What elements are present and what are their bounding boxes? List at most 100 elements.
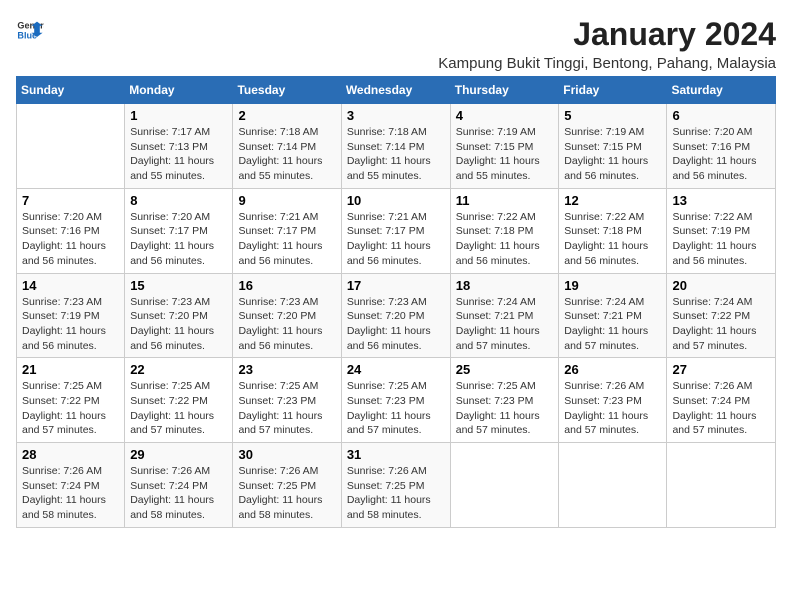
title-area: January 2024 Kampung Bukit Tinggi, Bento… bbox=[438, 16, 776, 72]
day-detail: Sunrise: 7:20 AMSunset: 7:16 PMDaylight:… bbox=[672, 125, 770, 184]
day-detail: Sunrise: 7:24 AMSunset: 7:21 PMDaylight:… bbox=[456, 295, 554, 354]
day-detail: Sunrise: 7:26 AMSunset: 7:23 PMDaylight:… bbox=[564, 379, 661, 438]
day-cell: 27 Sunrise: 7:26 AMSunset: 7:24 PMDayligh… bbox=[667, 358, 776, 443]
day-detail: Sunrise: 7:20 AMSunset: 7:16 PMDaylight:… bbox=[22, 210, 119, 269]
day-cell: 18 Sunrise: 7:24 AMSunset: 7:21 PMDayligh… bbox=[450, 273, 559, 358]
day-detail: Sunrise: 7:23 AMSunset: 7:20 PMDaylight:… bbox=[238, 295, 335, 354]
day-cell bbox=[667, 443, 776, 528]
day-detail: Sunrise: 7:21 AMSunset: 7:17 PMDaylight:… bbox=[347, 210, 445, 269]
day-detail: Sunrise: 7:20 AMSunset: 7:17 PMDaylight:… bbox=[130, 210, 227, 269]
day-cell: 19 Sunrise: 7:24 AMSunset: 7:21 PMDayligh… bbox=[559, 273, 667, 358]
subtitle: Kampung Bukit Tinggi, Bentong, Pahang, M… bbox=[438, 55, 776, 72]
day-cell: 30 Sunrise: 7:26 AMSunset: 7:25 PMDayligh… bbox=[233, 443, 341, 528]
day-detail: Sunrise: 7:25 AMSunset: 7:23 PMDaylight:… bbox=[238, 379, 335, 438]
day-number: 1 bbox=[130, 108, 227, 123]
day-number: 30 bbox=[238, 447, 335, 462]
day-cell: 25 Sunrise: 7:25 AMSunset: 7:23 PMDayligh… bbox=[450, 358, 559, 443]
day-number: 14 bbox=[22, 278, 119, 293]
day-number: 16 bbox=[238, 278, 335, 293]
day-detail: Sunrise: 7:23 AMSunset: 7:20 PMDaylight:… bbox=[347, 295, 445, 354]
week-row-1: 1 Sunrise: 7:17 AMSunset: 7:13 PMDaylight… bbox=[17, 104, 776, 189]
day-cell: 23 Sunrise: 7:25 AMSunset: 7:23 PMDayligh… bbox=[233, 358, 341, 443]
day-number: 23 bbox=[238, 362, 335, 377]
day-cell: 16 Sunrise: 7:23 AMSunset: 7:20 PMDayligh… bbox=[233, 273, 341, 358]
day-detail: Sunrise: 7:22 AMSunset: 7:18 PMDaylight:… bbox=[564, 210, 661, 269]
day-detail: Sunrise: 7:19 AMSunset: 7:15 PMDaylight:… bbox=[456, 125, 554, 184]
day-cell bbox=[450, 443, 559, 528]
header-row: SundayMondayTuesdayWednesdayThursdayFrid… bbox=[17, 77, 776, 104]
day-number: 10 bbox=[347, 193, 445, 208]
day-detail: Sunrise: 7:22 AMSunset: 7:19 PMDaylight:… bbox=[672, 210, 770, 269]
week-row-2: 7 Sunrise: 7:20 AMSunset: 7:16 PMDaylight… bbox=[17, 188, 776, 273]
day-number: 18 bbox=[456, 278, 554, 293]
day-number: 11 bbox=[456, 193, 554, 208]
day-number: 20 bbox=[672, 278, 770, 293]
day-detail: Sunrise: 7:23 AMSunset: 7:19 PMDaylight:… bbox=[22, 295, 119, 354]
day-number: 26 bbox=[564, 362, 661, 377]
day-cell: 12 Sunrise: 7:22 AMSunset: 7:18 PMDayligh… bbox=[559, 188, 667, 273]
day-cell: 15Sunrise: 7:23 AMSunset: 7:20 PMDayligh… bbox=[125, 273, 233, 358]
day-number: 28 bbox=[22, 447, 119, 462]
day-header-tuesday: Tuesday bbox=[233, 77, 341, 104]
day-number: 2 bbox=[238, 108, 335, 123]
day-detail: Sunrise: 7:26 AMSunset: 7:24 PMDaylight:… bbox=[672, 379, 770, 438]
day-cell: 3Sunrise: 7:18 AMSunset: 7:14 PMDaylight… bbox=[341, 104, 450, 189]
day-cell bbox=[17, 104, 125, 189]
day-number: 25 bbox=[456, 362, 554, 377]
day-header-wednesday: Wednesday bbox=[341, 77, 450, 104]
day-cell: 8Sunrise: 7:20 AMSunset: 7:17 PMDaylight… bbox=[125, 188, 233, 273]
day-number: 12 bbox=[564, 193, 661, 208]
day-detail: Sunrise: 7:26 AMSunset: 7:24 PMDaylight:… bbox=[22, 464, 119, 523]
day-detail: Sunrise: 7:19 AMSunset: 7:15 PMDaylight:… bbox=[564, 125, 661, 184]
day-header-thursday: Thursday bbox=[450, 77, 559, 104]
day-cell: 13 Sunrise: 7:22 AMSunset: 7:19 PMDayligh… bbox=[667, 188, 776, 273]
day-detail: Sunrise: 7:25 AMSunset: 7:22 PMDaylight:… bbox=[130, 379, 227, 438]
day-detail: Sunrise: 7:23 AMSunset: 7:20 PMDaylight:… bbox=[130, 295, 227, 354]
day-cell: 1 Sunrise: 7:17 AMSunset: 7:13 PMDaylight… bbox=[125, 104, 233, 189]
day-header-sunday: Sunday bbox=[17, 77, 125, 104]
day-detail: Sunrise: 7:17 AMSunset: 7:13 PMDaylight:… bbox=[130, 125, 227, 184]
day-cell: 6 Sunrise: 7:20 AMSunset: 7:16 PMDaylight… bbox=[667, 104, 776, 189]
week-row-3: 14 Sunrise: 7:23 AMSunset: 7:19 PMDayligh… bbox=[17, 273, 776, 358]
day-number: 13 bbox=[672, 193, 770, 208]
logo-icon: General Blue bbox=[16, 16, 44, 44]
day-header-saturday: Saturday bbox=[667, 77, 776, 104]
header: General Blue January 2024 Kampung Bukit … bbox=[16, 16, 776, 72]
day-cell: 24Sunrise: 7:25 AMSunset: 7:23 PMDayligh… bbox=[341, 358, 450, 443]
day-number: 6 bbox=[672, 108, 770, 123]
day-header-monday: Monday bbox=[125, 77, 233, 104]
day-cell: 29Sunrise: 7:26 AMSunset: 7:24 PMDayligh… bbox=[125, 443, 233, 528]
day-number: 29 bbox=[130, 447, 227, 462]
day-cell: 2 Sunrise: 7:18 AMSunset: 7:14 PMDaylight… bbox=[233, 104, 341, 189]
day-cell: 22 Sunrise: 7:25 AMSunset: 7:22 PMDayligh… bbox=[125, 358, 233, 443]
day-number: 22 bbox=[130, 362, 227, 377]
day-number: 3 bbox=[347, 108, 445, 123]
day-detail: Sunrise: 7:26 AMSunset: 7:25 PMDaylight:… bbox=[347, 464, 445, 523]
day-detail: Sunrise: 7:25 AMSunset: 7:22 PMDaylight:… bbox=[22, 379, 119, 438]
day-cell: 14 Sunrise: 7:23 AMSunset: 7:19 PMDayligh… bbox=[17, 273, 125, 358]
day-cell: 17 Sunrise: 7:23 AMSunset: 7:20 PMDayligh… bbox=[341, 273, 450, 358]
main-title: January 2024 bbox=[438, 16, 776, 53]
logo: General Blue bbox=[16, 16, 44, 44]
day-detail: Sunrise: 7:26 AMSunset: 7:25 PMDaylight:… bbox=[238, 464, 335, 523]
day-number: 4 bbox=[456, 108, 554, 123]
day-detail: Sunrise: 7:22 AMSunset: 7:18 PMDaylight:… bbox=[456, 210, 554, 269]
day-detail: Sunrise: 7:21 AMSunset: 7:17 PMDaylight:… bbox=[238, 210, 335, 269]
day-number: 7 bbox=[22, 193, 119, 208]
day-detail: Sunrise: 7:18 AMSunset: 7:14 PMDaylight:… bbox=[238, 125, 335, 184]
day-cell: 9 Sunrise: 7:21 AMSunset: 7:17 PMDaylight… bbox=[233, 188, 341, 273]
day-number: 27 bbox=[672, 362, 770, 377]
day-detail: Sunrise: 7:24 AMSunset: 7:21 PMDaylight:… bbox=[564, 295, 661, 354]
day-cell: 21 Sunrise: 7:25 AMSunset: 7:22 PMDayligh… bbox=[17, 358, 125, 443]
day-detail: Sunrise: 7:25 AMSunset: 7:23 PMDaylight:… bbox=[456, 379, 554, 438]
day-number: 21 bbox=[22, 362, 119, 377]
day-number: 9 bbox=[238, 193, 335, 208]
day-number: 5 bbox=[564, 108, 661, 123]
day-number: 17 bbox=[347, 278, 445, 293]
day-number: 24 bbox=[347, 362, 445, 377]
day-cell: 20Sunrise: 7:24 AMSunset: 7:22 PMDayligh… bbox=[667, 273, 776, 358]
day-cell: 5 Sunrise: 7:19 AMSunset: 7:15 PMDaylight… bbox=[559, 104, 667, 189]
day-number: 19 bbox=[564, 278, 661, 293]
day-cell: 4 Sunrise: 7:19 AMSunset: 7:15 PMDaylight… bbox=[450, 104, 559, 189]
day-cell: 26 Sunrise: 7:26 AMSunset: 7:23 PMDayligh… bbox=[559, 358, 667, 443]
